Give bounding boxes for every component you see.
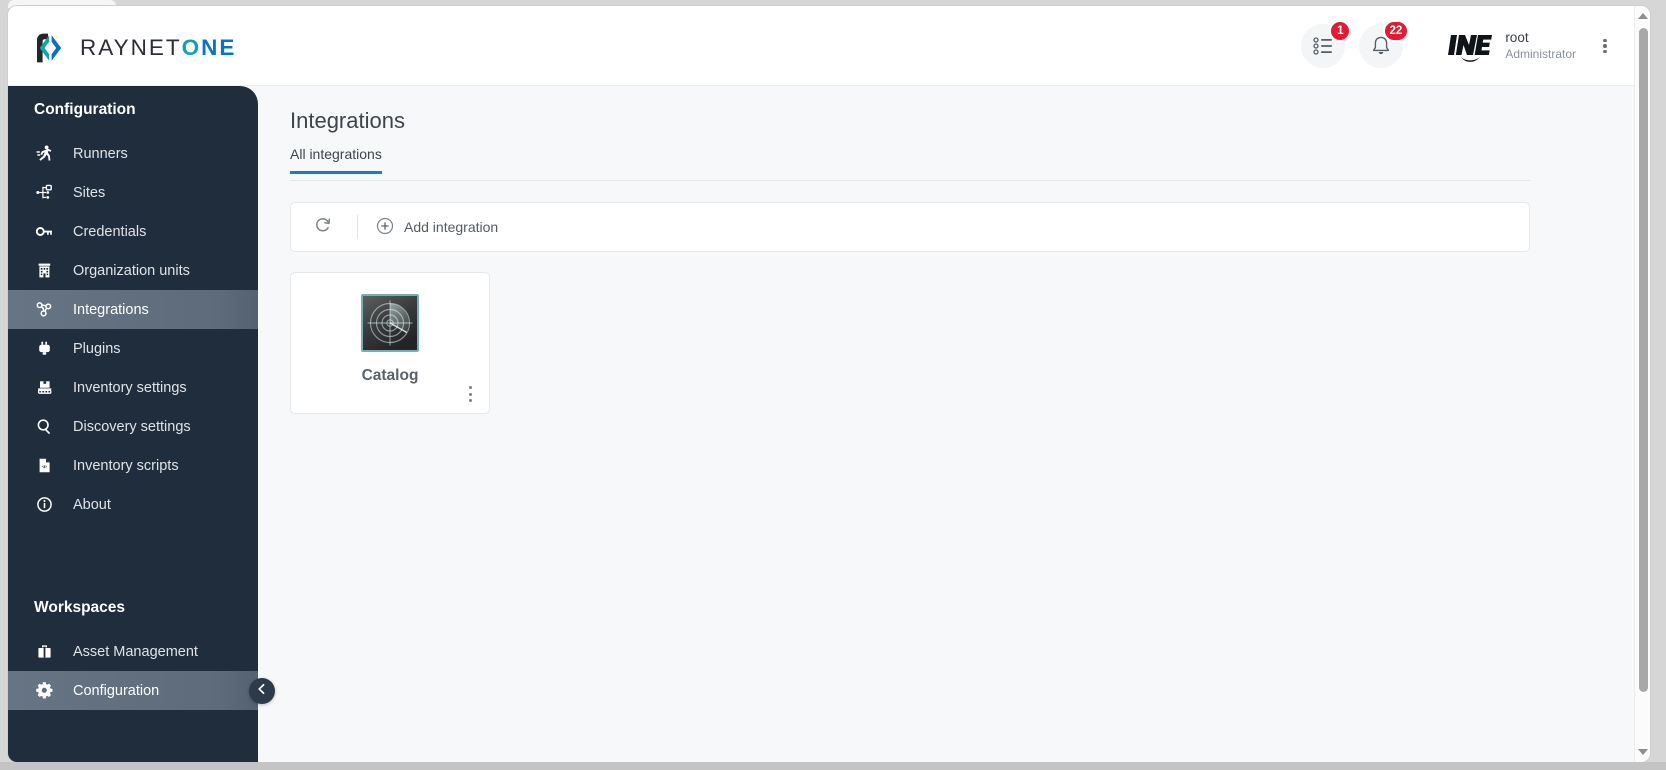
sidebar-item-label: About <box>73 496 111 513</box>
sidebar-section-title-configuration: Configuration <box>34 101 136 118</box>
sidebar-section-title-workspaces: Workspaces <box>34 599 126 616</box>
sidebar-item-label: Asset Management <box>73 643 198 660</box>
tasks-button[interactable]: 1 <box>1301 20 1352 68</box>
sidebar: Configuration Runners Sites Credentials … <box>8 86 258 762</box>
user-role: Administrator <box>1505 46 1576 61</box>
sidebar-item-sites[interactable]: Sites <box>8 173 258 212</box>
toolbar-divider <box>357 215 358 239</box>
integrations-nodes-icon <box>35 301 53 318</box>
info-circle-icon <box>35 496 53 513</box>
scroll-up-button[interactable] <box>1635 8 1650 24</box>
integration-card-grid: Catalog <box>290 272 490 414</box>
brand-word-o: O <box>181 35 202 60</box>
header-actions: 1 22 root Administrator <box>1287 6 1620 86</box>
brand-wordmark: RAYNETONE <box>80 35 236 61</box>
sidebar-item-configuration[interactable]: Configuration <box>8 671 258 710</box>
gear-icon <box>35 682 53 699</box>
notifications-button[interactable]: 22 <box>1359 20 1410 68</box>
sidebar-item-label: Credentials <box>73 223 147 240</box>
tab-bar-divider <box>290 180 1530 181</box>
vertical-scroll-thumb[interactable] <box>1638 28 1648 692</box>
integration-card-catalog[interactable]: Catalog <box>290 272 490 414</box>
arrow-up-icon <box>1638 13 1648 19</box>
integration-card-title: Catalog <box>361 367 419 384</box>
sidebar-item-runners[interactable]: Runners <box>8 134 258 173</box>
sidebar-item-label: Organization units <box>73 262 190 279</box>
refresh-icon <box>313 215 333 240</box>
inventory-box-icon <box>35 379 53 396</box>
sidebar-item-organization-units[interactable]: Organization units <box>8 251 258 290</box>
user-name: root <box>1505 30 1529 46</box>
briefcase-icon <box>35 643 53 660</box>
add-integration-label: Add integration <box>404 219 499 235</box>
sidebar-item-inventory-settings[interactable]: Inventory settings <box>8 368 258 407</box>
sidebar-item-label: Integrations <box>73 301 149 318</box>
net-avatar-icon <box>1447 29 1495 63</box>
browser-shell: RAYNETONE 1 22 root Administrator Config… <box>0 0 1666 770</box>
refresh-button[interactable] <box>307 211 339 243</box>
sidebar-item-label: Configuration <box>73 682 160 699</box>
user-info: root Administrator <box>1505 30 1576 62</box>
tasks-badge: 1 <box>1329 20 1352 42</box>
kebab-menu-icon <box>1603 36 1607 55</box>
sidebar-item-plugins[interactable]: Plugins <box>8 329 258 368</box>
plus-circle-icon <box>376 217 394 238</box>
app-header: RAYNETONE 1 22 root Administrator <box>8 6 1640 86</box>
sidebar-item-label: Plugins <box>73 340 121 357</box>
sidebar-item-label: Inventory scripts <box>73 457 179 474</box>
horizontal-scrollbar[interactable] <box>0 762 1666 770</box>
building-icon <box>35 262 53 279</box>
sidebar-item-inventory-scripts[interactable]: Inventory scripts <box>8 446 258 485</box>
sidebar-item-credentials[interactable]: Credentials <box>8 212 258 251</box>
briefcase-plugin-icon <box>35 340 53 357</box>
arrow-down-icon <box>1638 749 1648 755</box>
file-code-icon <box>35 457 53 474</box>
sidebar-item-label: Sites <box>73 184 106 201</box>
user-menu[interactable]: root Administrator <box>1447 29 1576 63</box>
scroll-down-button[interactable] <box>1635 744 1650 760</box>
sidebar-collapse-button[interactable] <box>249 678 275 704</box>
app-viewport: RAYNETONE 1 22 root Administrator Config… <box>8 6 1650 762</box>
sidebar-item-discovery-settings[interactable]: Discovery settings <box>8 407 258 446</box>
add-integration-button[interactable]: Add integration <box>376 217 498 238</box>
radar-icon <box>361 294 419 352</box>
vertical-scrollbar[interactable] <box>1634 6 1650 762</box>
tab-bar: All integrations <box>290 146 382 175</box>
main-content: Integrations All integrations Add integr… <box>258 86 1640 762</box>
page-title: Integrations <box>290 108 405 133</box>
chevron-left-icon <box>256 682 268 700</box>
sidebar-item-label: Discovery settings <box>73 418 191 435</box>
tab-all-integrations[interactable]: All integrations <box>290 146 382 174</box>
sidebar-item-label: Inventory settings <box>73 379 187 396</box>
sidebar-item-integrations[interactable]: Integrations <box>8 290 258 329</box>
magnifier-icon <box>35 418 53 435</box>
key-icon <box>35 223 53 240</box>
brand-word-ne: NE <box>201 35 237 60</box>
runner-icon <box>35 145 53 162</box>
notifications-badge: 22 <box>1382 20 1410 42</box>
sidebar-item-label: Runners <box>73 145 128 162</box>
integration-card-menu-button[interactable] <box>461 383 479 405</box>
header-overflow-button[interactable] <box>1590 24 1620 68</box>
content-toolbar: Add integration <box>290 202 1530 252</box>
sidebar-item-about[interactable]: About <box>8 485 258 524</box>
sidebar-item-asset-management[interactable]: Asset Management <box>8 632 258 671</box>
sitemap-icon <box>35 184 53 201</box>
raynet-logo-mark-icon <box>33 31 67 65</box>
brand-word-rayner: RAYNET <box>80 35 182 60</box>
brand-logo[interactable]: RAYNETONE <box>33 31 236 65</box>
